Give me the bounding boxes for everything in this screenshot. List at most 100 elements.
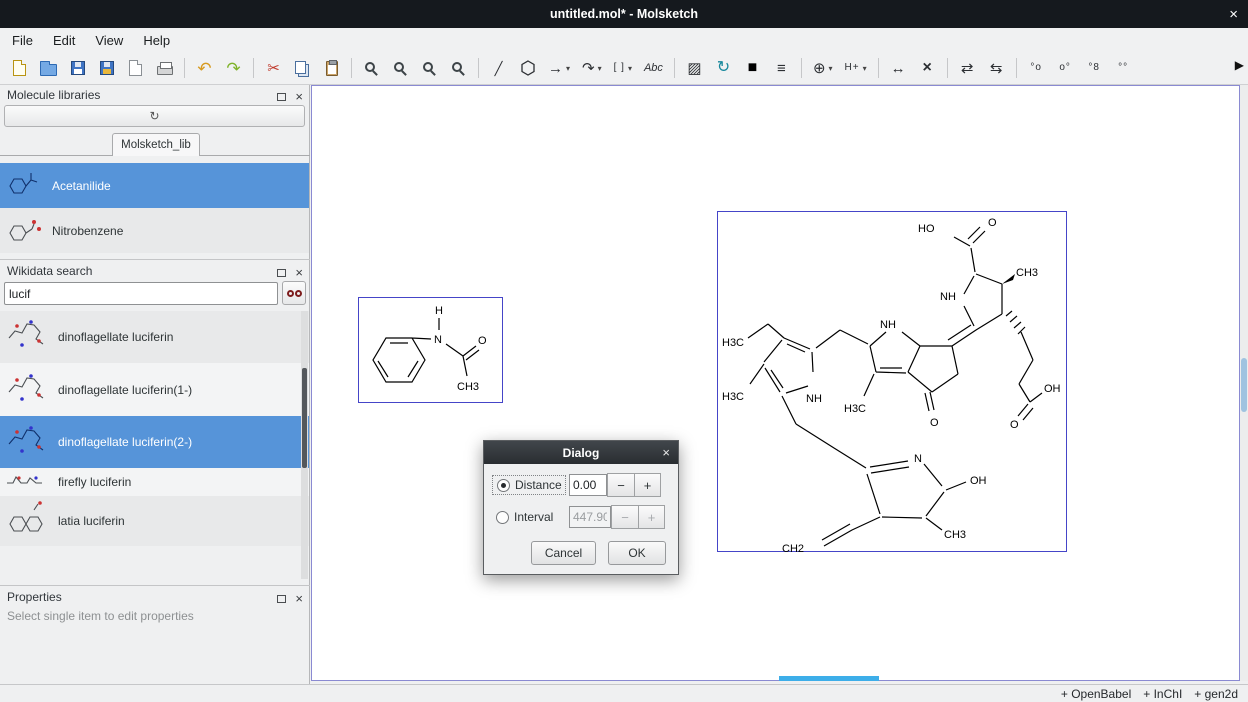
window-close-icon[interactable]: × [1229,0,1238,28]
draw-tool-button[interactable]: ╱ [485,55,512,82]
distance-value-input[interactable] [569,474,607,496]
redo-button[interactable]: ↷ [220,55,247,82]
menu-edit[interactable]: Edit [43,30,85,51]
zoom-out-button[interactable] [387,55,414,82]
distance-increment-button[interactable]: + [634,473,661,497]
undock-icon[interactable] [277,595,286,603]
dialog-close-icon[interactable]: × [662,441,670,464]
ok-button[interactable]: OK [608,541,666,565]
text-tool-button[interactable]: Abc [639,55,668,82]
library-tabbar: Molsketch_lib [0,131,310,156]
wikidata-item-5[interactable]: latia luciferin [0,496,309,546]
menu-view[interactable]: View [85,30,133,51]
wikidata-item-2[interactable]: dinoflagellate luciferin(1-) [0,363,309,416]
save-button[interactable] [64,55,91,82]
zoom-original-button[interactable] [416,55,443,82]
tab-molsketch-lib[interactable]: Molsketch_lib [112,133,200,156]
distance-decrement-button[interactable]: − [607,473,634,497]
delete-button[interactable]: × [914,55,941,82]
radical-add-button[interactable]: °o [1023,55,1050,82]
lone-pair-add-button[interactable]: °8 [1081,55,1108,82]
cut-button[interactable]: ✂ [260,55,287,82]
menu-help[interactable]: Help [133,30,180,51]
atom-label: H3C [722,391,744,403]
wikidata-panel-title: Wikidata search [7,264,92,278]
interval-value-input[interactable] [569,506,611,528]
close-panel-icon[interactable]: × [295,592,303,605]
wikidata-item-3[interactable]: dinoflagellate luciferin(2-) [0,416,309,468]
scrollbar-thumb[interactable] [302,368,307,468]
toolbar-separator [253,58,254,78]
interval-radio-group[interactable]: Interval [492,508,566,526]
toolbar-separator [184,58,185,78]
wikidata-item-label: dinoflagellate luciferin [58,330,173,344]
charge-button[interactable]: ⊕▾ [808,55,838,82]
horizontal-scrollbar-thumb[interactable] [779,676,879,681]
bracket-icon: [ ] [614,63,625,73]
menu-file[interactable]: File [2,30,43,51]
draw-icon: ╱ [495,62,503,75]
atom-label: O [930,417,939,429]
atom-label: CH3 [457,381,479,393]
distance-radio[interactable] [497,479,510,492]
mechanism-arrow-button[interactable]: ↷▾ [577,55,607,82]
lone-pair-remove-button[interactable]: °° [1110,55,1137,82]
search-icon [287,290,294,297]
vertical-scrollbar[interactable] [1240,85,1248,681]
drawing-canvas[interactable]: H N O CH3 HO O CH3 NH H3C NH H3C NH H3C … [311,85,1240,681]
luciferin-structure: HO O CH3 NH H3C NH H3C NH H3C O OH O N O… [718,212,1068,553]
distance-label: Distance [515,478,562,492]
line-width-button[interactable]: ≡ [768,55,795,82]
zoom-in-button[interactable] [358,55,385,82]
copy-icon [295,61,306,74]
undock-icon[interactable] [277,93,286,101]
reaction-arrow-button[interactable]: →▾ [543,55,575,82]
modify-tool-1-button[interactable]: ⇄ [954,55,981,82]
library-item-nitrobenzene[interactable]: Nitrobenzene [0,208,309,253]
copy-button[interactable] [289,55,316,82]
luciferin-selection-box[interactable]: HO O CH3 NH H3C NH H3C NH H3C O OH O N O… [717,211,1067,552]
flip-horizontal-button[interactable]: ↔ [885,55,912,82]
bracket-tool-button[interactable]: [ ]▾ [609,55,637,82]
library-item-acetanilide[interactable]: Acetanilide [0,163,309,208]
close-panel-icon[interactable]: × [295,90,303,103]
toolbar-extender-icon[interactable]: ▶ [1235,58,1244,72]
print-button[interactable] [151,55,178,82]
modify-tool-2-button[interactable]: ⇆ [983,55,1010,82]
open-button[interactable] [35,55,62,82]
interval-label: Interval [514,510,553,524]
zoom-fit-button[interactable] [445,55,472,82]
export-button[interactable] [122,55,149,82]
atom-label: NH [806,393,822,405]
ring-tool-button[interactable] [514,55,541,82]
refresh-icon: ↻ [149,109,159,123]
interval-increment-button[interactable]: + [638,505,665,529]
library-refresh-button[interactable]: ↻ [4,105,305,127]
hydrogen-button[interactable]: H+▾ [840,55,872,82]
interval-radio[interactable] [496,511,509,524]
acetanilide-selection-box[interactable]: H N O CH3 [358,297,503,403]
wikidata-search-input[interactable] [4,282,278,305]
interval-decrement-button[interactable]: − [611,505,638,529]
new-button[interactable] [6,55,33,82]
save-as-icon [100,61,114,75]
save-as-button[interactable] [93,55,120,82]
scrollbar-thumb[interactable] [1241,358,1247,412]
undock-icon[interactable] [277,269,286,277]
wikidata-search-button[interactable] [282,281,306,305]
undo-button[interactable]: ↶ [191,55,218,82]
hash-bond-button[interactable]: ▨ [681,55,708,82]
rotate-button[interactable]: ↻ [710,55,737,82]
wikidata-item-1[interactable]: dinoflagellate luciferin [0,311,309,363]
distance-radio-group[interactable]: Distance [492,475,566,495]
color-button[interactable]: ■ [739,55,766,82]
cancel-button[interactable]: Cancel [531,541,596,565]
radical-remove-button[interactable]: o° [1052,55,1079,82]
wikidata-item-4[interactable]: firefly luciferin [0,468,309,496]
atom-label: O [1010,419,1019,431]
close-panel-icon[interactable]: × [295,266,303,279]
paste-button[interactable] [318,55,345,82]
search-icon [295,290,302,297]
zoom-in-icon [365,62,375,72]
wikidata-scrollbar[interactable] [301,311,308,579]
